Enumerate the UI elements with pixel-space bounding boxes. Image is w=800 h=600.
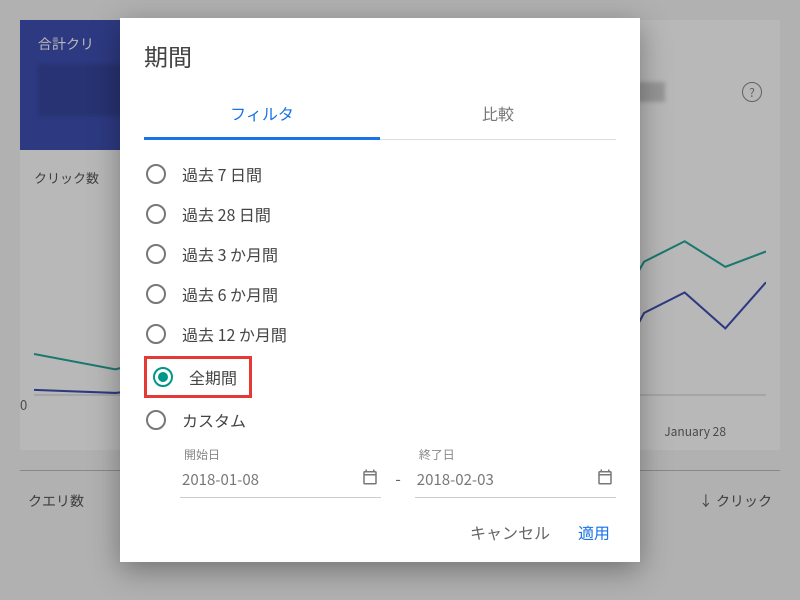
apply-button[interactable]: 適用 <box>578 520 610 544</box>
option-last-7-days[interactable]: 過去 7 日間 <box>144 154 616 194</box>
radio-icon <box>146 164 166 184</box>
dialog-actions: キャンセル 適用 <box>144 506 616 552</box>
start-date-field[interactable]: 2018-01-08 <box>180 463 381 498</box>
date-range-dash: - <box>381 466 415 498</box>
option-last-3-months[interactable]: 過去 3 か月間 <box>144 234 616 274</box>
date-range-dialog: 期間 フィルタ 比較 過去 7 日間 過去 28 日間 過去 3 か月間 過去 … <box>120 18 640 562</box>
option-all-time-highlight: 全期間 <box>144 356 252 398</box>
option-label: 全期間 <box>189 365 237 389</box>
option-label: 過去 7 日間 <box>182 162 262 186</box>
radio-icon <box>146 324 166 344</box>
option-last-12-months[interactable]: 過去 12 か月間 <box>144 314 616 354</box>
option-custom[interactable]: カスタム <box>144 400 616 440</box>
option-label: 過去 12 か月間 <box>182 322 287 346</box>
end-date-field[interactable]: 2018-02-03 <box>415 463 616 498</box>
option-label: カスタム <box>182 408 246 432</box>
radio-icon <box>153 367 173 387</box>
end-date-label: 終了日 <box>419 446 616 463</box>
radio-icon <box>146 204 166 224</box>
start-date-label: 開始日 <box>184 446 381 463</box>
start-date-cell: 開始日 2018-01-08 <box>180 446 381 498</box>
cancel-button[interactable]: キャンセル <box>470 520 550 544</box>
calendar-icon <box>596 467 614 491</box>
option-last-6-months[interactable]: 過去 6 か月間 <box>144 274 616 314</box>
option-label: 過去 3 か月間 <box>182 242 278 266</box>
tab-filter[interactable]: フィルタ <box>144 91 380 140</box>
date-range-options: 過去 7 日間 過去 28 日間 過去 3 か月間 過去 6 か月間 過去 12… <box>144 154 616 440</box>
option-label: 過去 6 か月間 <box>182 282 278 306</box>
option-all-time[interactable]: 全期間 <box>151 361 245 393</box>
tab-compare[interactable]: 比較 <box>380 91 616 140</box>
option-label: 過去 28 日間 <box>182 202 271 226</box>
radio-icon <box>146 244 166 264</box>
radio-icon <box>146 284 166 304</box>
radio-icon <box>146 410 166 430</box>
calendar-icon <box>361 467 379 491</box>
end-date-value: 2018-02-03 <box>417 469 494 490</box>
dialog-title: 期間 <box>144 38 616 73</box>
dialog-tabs: フィルタ 比較 <box>144 91 616 140</box>
custom-date-row: 開始日 2018-01-08 - 終了日 2018-02-03 <box>180 446 616 498</box>
end-date-cell: 終了日 2018-02-03 <box>415 446 616 498</box>
option-last-28-days[interactable]: 過去 28 日間 <box>144 194 616 234</box>
start-date-value: 2018-01-08 <box>182 469 259 490</box>
